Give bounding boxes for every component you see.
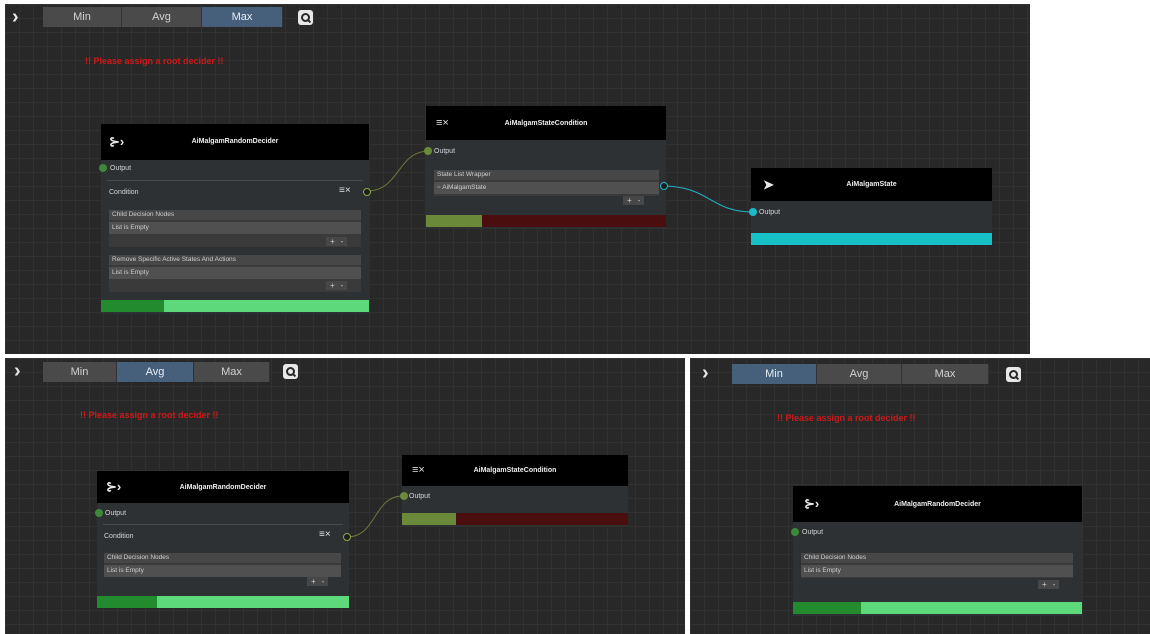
decider-status-fill — [793, 602, 861, 614]
list-empty-row: List is Empty — [104, 565, 341, 577]
output-port-label: Output — [105, 510, 127, 517]
state-node[interactable]: ➤ AiMalgamState Output — [749, 168, 992, 245]
list-add-remove: + - — [307, 577, 329, 586]
output-port[interactable] — [749, 208, 757, 216]
remove-item-button[interactable]: - — [341, 281, 344, 290]
child-decision-list: Child Decision Nodes List is Empty — [104, 553, 341, 577]
remove-item-button[interactable]: - — [1053, 580, 1056, 589]
output-port-label: Output — [759, 209, 781, 216]
list-add-remove: + - — [326, 281, 348, 290]
node-title: AiMalgamRandomDecider — [191, 138, 279, 145]
node-divider — [107, 180, 363, 181]
node-divider — [103, 524, 343, 525]
child-decision-list: Child Decision Nodes List is Empty — [801, 553, 1073, 578]
remove-item-button[interactable]: - — [322, 577, 325, 586]
random-decider-node[interactable]: ⊱› AiMalgamRandomDecider Output Conditio… — [95, 471, 351, 608]
list-header: State List Wrapper — [434, 170, 659, 180]
avg-button[interactable]: Avg — [817, 364, 902, 384]
output-port-label: Output — [434, 148, 456, 155]
list-header: Remove Specific Active States And Action… — [109, 255, 361, 265]
detail-level-toggle: Min Avg Max — [732, 364, 989, 384]
graph-panel-avg[interactable]: › Min Avg Max !! Please assign a root de… — [5, 358, 685, 634]
graph-panel-max[interactable]: › Min Avg Max !! Please assign a root de… — [5, 4, 1030, 354]
state-port[interactable] — [660, 182, 668, 190]
list-header: Child Decision Nodes — [104, 553, 341, 563]
list-item: = AiMalgamState — [434, 182, 659, 194]
condition-port-label: Condition — [104, 533, 134, 540]
list-empty-row: List is Empty — [109, 267, 361, 279]
min-button[interactable]: Min — [732, 364, 817, 384]
child-decision-list: Child Decision Nodes List is Empty — [109, 210, 361, 247]
condition-port[interactable] — [363, 188, 371, 196]
node-header: ⊱› AiMalgamRandomDecider — [97, 471, 349, 503]
add-item-button[interactable]: + — [311, 577, 316, 586]
node-title: AiMalgamRandomDecider — [894, 501, 981, 508]
output-port-label: Output — [409, 493, 431, 500]
node-header: ≡× AiMalgamStateCondition — [402, 455, 628, 486]
state-status-bar — [751, 233, 992, 245]
decider-status-bar — [101, 300, 369, 312]
decider-status-bar — [793, 602, 1082, 614]
condition-list-icon: ≡× — [339, 185, 351, 196]
list-add-remove: + - — [326, 237, 348, 246]
output-port-label: Output — [802, 529, 824, 536]
decider-status-bar — [97, 596, 349, 608]
list-empty-row: List is Empty — [801, 565, 1073, 577]
node-title: AiMalgamState — [846, 181, 897, 188]
node-header: ⊱› AiMalgamRandomDecider — [793, 486, 1082, 522]
state-condition-node[interactable]: ≡× AiMalgamStateCondition Output State L… — [424, 106, 668, 228]
output-port[interactable] — [400, 492, 408, 500]
node-title: AiMalgamStateCondition — [473, 467, 557, 474]
condition-status-fill — [426, 215, 482, 227]
state-condition-node[interactable]: ≡× AiMalgamStateCondition Output — [400, 455, 628, 526]
node-header: ⊱› AiMalgamRandomDecider — [101, 124, 369, 160]
output-port[interactable] — [95, 509, 103, 517]
list-header: Child Decision Nodes — [801, 553, 1073, 563]
expand-chevron-icon[interactable]: › — [702, 363, 709, 383]
output-port[interactable] — [424, 147, 432, 155]
node-header: ➤ AiMalgamState — [751, 168, 992, 201]
add-item-button[interactable]: + — [330, 237, 335, 246]
output-port-label: Output — [110, 165, 132, 172]
remove-item-button[interactable]: - — [341, 237, 344, 246]
add-item-button[interactable]: + — [330, 281, 335, 290]
root-warning-text: !! Please assign a root decider !! — [777, 413, 916, 423]
node-title: AiMalgamStateCondition — [504, 120, 588, 127]
node-header: ≡× AiMalgamStateCondition — [426, 106, 666, 140]
condition-port[interactable] — [343, 533, 351, 541]
add-item-button[interactable]: + — [1042, 580, 1047, 589]
output-port[interactable] — [99, 164, 107, 172]
remove-states-list: Remove Specific Active States And Action… — [109, 255, 361, 292]
random-decider-node[interactable]: ⊱› AiMalgamRandomDecider Output Conditio… — [99, 124, 371, 314]
search-icon[interactable] — [1006, 367, 1021, 382]
remove-item-button[interactable]: - — [638, 196, 641, 205]
max-button[interactable]: Max — [902, 364, 989, 384]
list-header: Child Decision Nodes — [109, 210, 361, 220]
decider-status-fill — [97, 596, 157, 608]
random-decider-node[interactable]: ⊱› AiMalgamRandomDecider Output Child De… — [791, 486, 1082, 616]
graph-panel-min[interactable]: › Min Avg Max !! Please assign a root de… — [690, 358, 1150, 634]
list-empty-row: List is Empty — [109, 222, 361, 234]
list-add-remove: + - — [1038, 580, 1060, 589]
condition-status-fill — [402, 513, 456, 525]
list-item-label: AiMalgamState — [442, 184, 487, 191]
add-item-button[interactable]: + — [627, 196, 632, 205]
output-port[interactable] — [791, 528, 799, 536]
decider-status-fill — [101, 300, 164, 312]
list-add-remove: + - — [623, 196, 645, 205]
condition-status-bar — [426, 215, 666, 227]
condition-port-label: Condition — [109, 189, 139, 196]
state-list-wrapper: State List Wrapper = AiMalgamState — [434, 170, 659, 196]
condition-status-bar — [402, 513, 628, 525]
condition-list-icon: ≡× — [319, 529, 331, 540]
node-title: AiMalgamRandomDecider — [179, 484, 267, 491]
